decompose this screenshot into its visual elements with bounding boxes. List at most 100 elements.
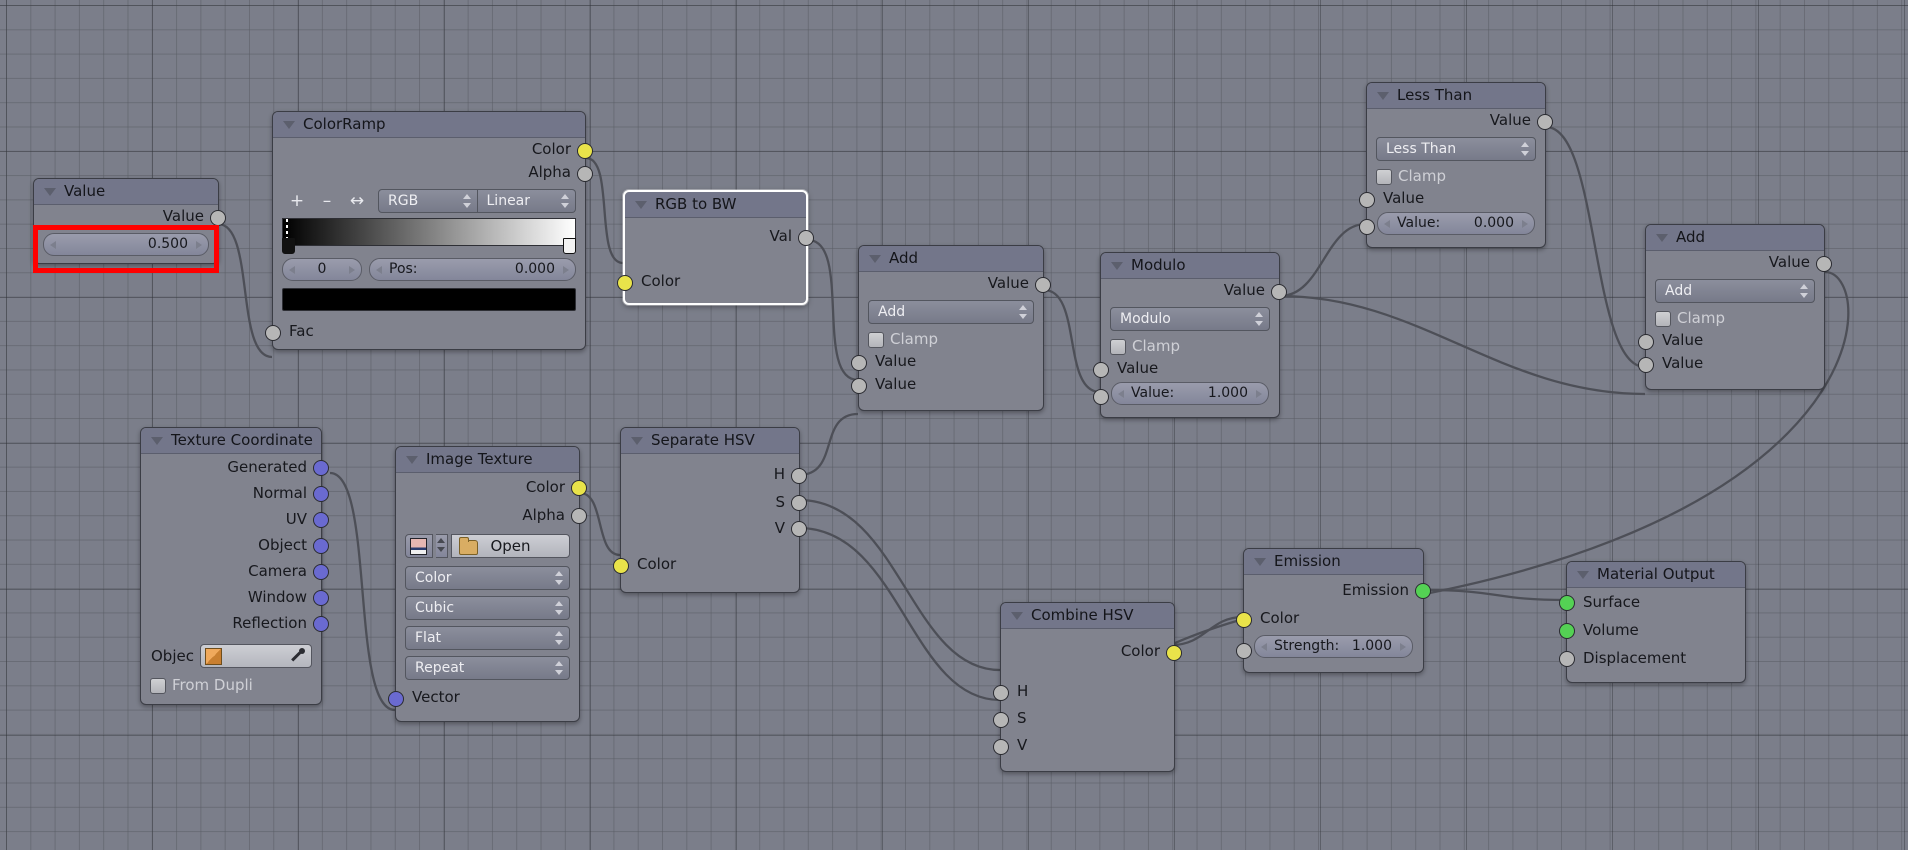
output-socket-color[interactable] <box>1166 644 1182 661</box>
input-socket-row-fac[interactable]: Fac <box>265 320 585 343</box>
output-socket-row-alpha[interactable]: Alpha <box>273 161 593 184</box>
node-header-image-texture[interactable]: Image Texture <box>396 447 579 473</box>
increment-arrow-icon[interactable] <box>1400 642 1406 651</box>
clamp-checkbox[interactable] <box>868 332 884 348</box>
input-socket-row-value-2[interactable]: Value <box>851 373 1043 396</box>
output-socket-s[interactable] <box>791 495 807 511</box>
collapse-triangle-icon[interactable] <box>1377 92 1389 100</box>
collapse-triangle-icon[interactable] <box>635 201 647 209</box>
color-ramp-gradient[interactable] <box>282 218 576 254</box>
input-socket-color[interactable] <box>617 274 633 291</box>
input-socket-color[interactable] <box>613 557 629 574</box>
decrement-arrow-icon[interactable] <box>289 265 295 274</box>
output-socket-row-reflection[interactable]: Reflection <box>141 610 329 636</box>
node-value[interactable]: Value Value 0.500 <box>33 178 226 264</box>
output-socket-object[interactable] <box>313 538 329 554</box>
clamp-checkbox[interactable] <box>1655 311 1671 327</box>
input-socket-surface[interactable] <box>1559 595 1575 611</box>
output-socket-alpha[interactable] <box>571 508 587 524</box>
input-socket-value-2[interactable] <box>1638 356 1654 373</box>
output-socket-value[interactable] <box>1271 283 1287 300</box>
clamp-checkbox[interactable] <box>1110 339 1126 355</box>
clamp-row[interactable]: Clamp <box>1646 307 1824 329</box>
output-socket-row-generated[interactable]: Generated <box>141 454 329 480</box>
collapse-triangle-icon[interactable] <box>283 121 295 129</box>
node-separate-hsv[interactable]: Separate HSV H S V Color <box>613 427 807 593</box>
input-socket-row-value-2[interactable]: Value: 1.000 <box>1093 382 1279 409</box>
input-socket-h[interactable] <box>993 684 1009 701</box>
input-socket-v[interactable] <box>993 738 1009 755</box>
input-socket-color[interactable] <box>1236 611 1252 628</box>
output-socket-row-h[interactable]: H <box>621 460 807 489</box>
input-socket-value-1[interactable] <box>1093 361 1109 378</box>
output-socket-value[interactable] <box>210 209 226 226</box>
value-number-field[interactable]: Value: 1.000 <box>1111 382 1269 405</box>
collapse-triangle-icon[interactable] <box>1011 612 1023 620</box>
node-combine-hsv[interactable]: Combine HSV Color H S V <box>993 602 1182 772</box>
input-socket-fac[interactable] <box>265 324 281 341</box>
input-socket-row-surface[interactable]: Surface <box>1559 588 1745 616</box>
input-socket-displacement[interactable] <box>1559 651 1575 667</box>
output-socket-row-color[interactable]: Color <box>1001 637 1182 666</box>
output-socket-row-alpha[interactable]: Alpha <box>396 501 587 529</box>
input-socket-row-color[interactable]: Color <box>617 270 806 293</box>
node-header-texture-coordinate[interactable]: Texture Coordinate <box>141 428 321 454</box>
collapse-triangle-icon[interactable] <box>869 255 881 263</box>
output-socket-camera[interactable] <box>313 564 329 580</box>
input-socket-s[interactable] <box>993 711 1009 728</box>
clamp-checkbox[interactable] <box>1376 169 1392 185</box>
object-field[interactable] <box>199 644 312 668</box>
output-socket-row-v[interactable]: V <box>621 515 807 541</box>
interpolation-dropdown[interactable]: Linear <box>477 189 576 213</box>
node-math-less-than[interactable]: Less Than Value Less Than Clamp Value Va… <box>1359 82 1553 248</box>
output-socket-emission[interactable] <box>1415 583 1431 599</box>
output-socket-value[interactable] <box>1537 113 1553 130</box>
output-socket-h[interactable] <box>791 467 807 484</box>
increment-arrow-icon[interactable] <box>1256 389 1262 398</box>
node-image-texture[interactable]: Image Texture Color Alpha Open Color Cub… <box>388 446 587 722</box>
output-socket-window[interactable] <box>313 590 329 606</box>
add-stop-icon[interactable]: + <box>282 189 312 213</box>
output-socket-row-val[interactable]: Val <box>625 225 814 248</box>
input-socket-row-value-2[interactable]: Value: 0.000 <box>1359 212 1545 239</box>
collapse-triangle-icon[interactable] <box>1577 571 1589 579</box>
node-header-add-2[interactable]: Add <box>1646 225 1824 251</box>
ramp-stop-black[interactable] <box>282 238 295 254</box>
node-header-separate-hsv[interactable]: Separate HSV <box>621 428 799 454</box>
decrement-arrow-icon[interactable] <box>376 265 382 274</box>
operation-dropdown[interactable]: Add <box>1655 279 1815 303</box>
node-header-rgb-to-bw[interactable]: RGB to BW <box>625 192 806 218</box>
output-socket-reflection[interactable] <box>313 616 329 632</box>
node-math-add-1[interactable]: Add Value Add Clamp Value Value <box>851 245 1051 411</box>
clamp-row[interactable]: Clamp <box>1101 335 1279 357</box>
output-socket-row-emission[interactable]: Emission <box>1244 575 1431 605</box>
image-browse-chevron-icon[interactable] <box>436 534 448 558</box>
input-socket-row-s[interactable]: S <box>993 705 1174 732</box>
image-open-row[interactable]: Open <box>405 534 570 558</box>
input-socket-value-1[interactable] <box>851 354 867 371</box>
output-socket-row-value[interactable]: Value <box>859 272 1051 295</box>
input-socket-row-v[interactable]: V <box>993 732 1174 759</box>
stop-position-field[interactable]: Pos: 0.000 <box>369 258 576 281</box>
input-socket-row-value-2[interactable]: Value <box>1638 352 1824 375</box>
interpolation-dropdown[interactable]: Cubic <box>405 596 570 620</box>
input-socket-row-strength[interactable]: Strength: 1.000 <box>1236 635 1423 664</box>
input-socket-value-1[interactable] <box>1359 191 1375 208</box>
node-texture-coordinate[interactable]: Texture Coordinate Generated Normal UV O… <box>140 427 329 705</box>
open-image-button[interactable]: Open <box>451 534 570 558</box>
extension-dropdown[interactable]: Repeat <box>405 656 570 680</box>
image-browse-icon[interactable] <box>405 534 433 558</box>
output-socket-value[interactable] <box>1035 276 1051 293</box>
node-header-modulo[interactable]: Modulo <box>1101 253 1279 279</box>
collapse-triangle-icon[interactable] <box>151 437 163 445</box>
input-socket-row-color[interactable]: Color <box>613 553 799 576</box>
collapse-triangle-icon[interactable] <box>631 437 643 445</box>
from-dupli-checkbox[interactable] <box>150 678 166 694</box>
output-socket-row-value[interactable]: Value <box>1101 279 1287 302</box>
strength-number-field[interactable]: Strength: 1.000 <box>1254 635 1413 658</box>
collapse-triangle-icon[interactable] <box>406 456 418 464</box>
output-socket-normal[interactable] <box>313 486 329 502</box>
eyedropper-icon[interactable] <box>290 648 305 663</box>
input-socket-value-2[interactable] <box>851 377 867 394</box>
node-color-ramp[interactable]: ColorRamp Color Alpha + – ↔ RGB Linear 0… <box>265 111 593 350</box>
